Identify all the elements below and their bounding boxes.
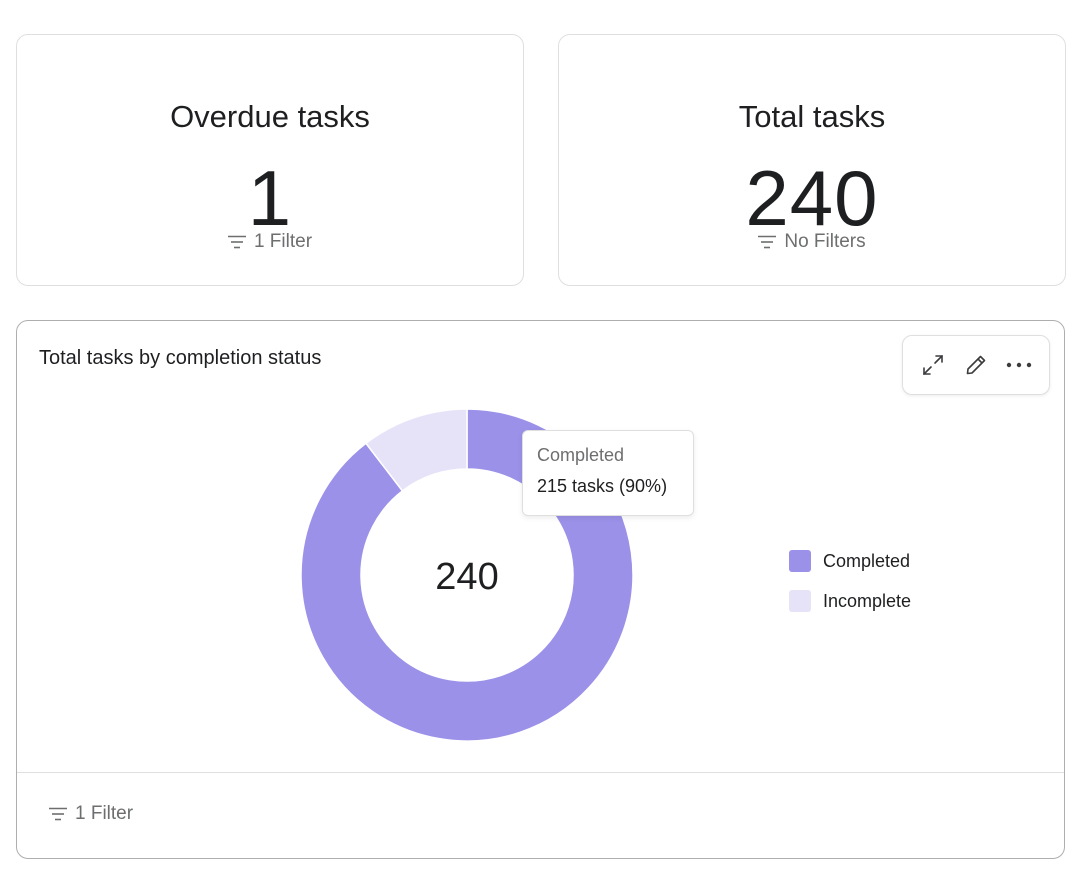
filter-icon [227,235,246,249]
legend-item-completed[interactable]: Completed [789,541,911,581]
chart-filter-label: 1 Filter [75,803,134,824]
more-options-button[interactable] [1002,348,1036,382]
tooltip-value: 215 tasks (90%) [537,476,668,496]
total-filter-button[interactable]: No Filters [559,231,1065,253]
chart-tooltip: Completed 215 tasks (90%) [522,430,694,516]
total-tasks-value: 240 [745,154,879,242]
filter-icon [758,235,777,249]
expand-icon [922,355,943,375]
overdue-tasks-card[interactable]: Overdue tasks 1 1 Filter [16,34,524,286]
chart-legend: Completed Incomplete [789,541,911,621]
expand-button[interactable] [916,348,950,382]
edit-button[interactable] [959,348,993,382]
legend-swatch [789,590,811,612]
legend-item-incomplete[interactable]: Incomplete [789,581,911,621]
total-tasks-title: Total tasks [738,99,886,134]
more-horizontal-icon [1007,362,1032,368]
tooltip-title: Completed [537,445,625,465]
total-tasks-card[interactable]: Total tasks 240 No Filters [558,34,1066,286]
total-filter-label: No Filters [784,231,866,252]
legend-label: Incomplete [823,590,912,611]
legend-label: Completed [823,550,911,571]
filter-icon [49,807,67,821]
overdue-tasks-title: Overdue tasks [170,99,370,134]
overdue-filter-button[interactable]: 1 Filter [17,231,523,253]
overdue-filter-label: 1 Filter [253,231,313,252]
chart-title: Total tasks by completion status [39,347,322,369]
chart-toolbar [902,335,1050,395]
donut-center-value: 240 [435,556,498,598]
legend-swatch [789,550,811,572]
overdue-tasks-value: 1 [247,154,293,242]
pencil-icon [966,355,986,375]
completion-status-chart-card[interactable]: Total tasks by completion status 240 Com… [16,320,1065,859]
chart-footer: 1 Filter [17,772,1064,858]
chart-filter-button[interactable]: 1 Filter [49,803,133,825]
